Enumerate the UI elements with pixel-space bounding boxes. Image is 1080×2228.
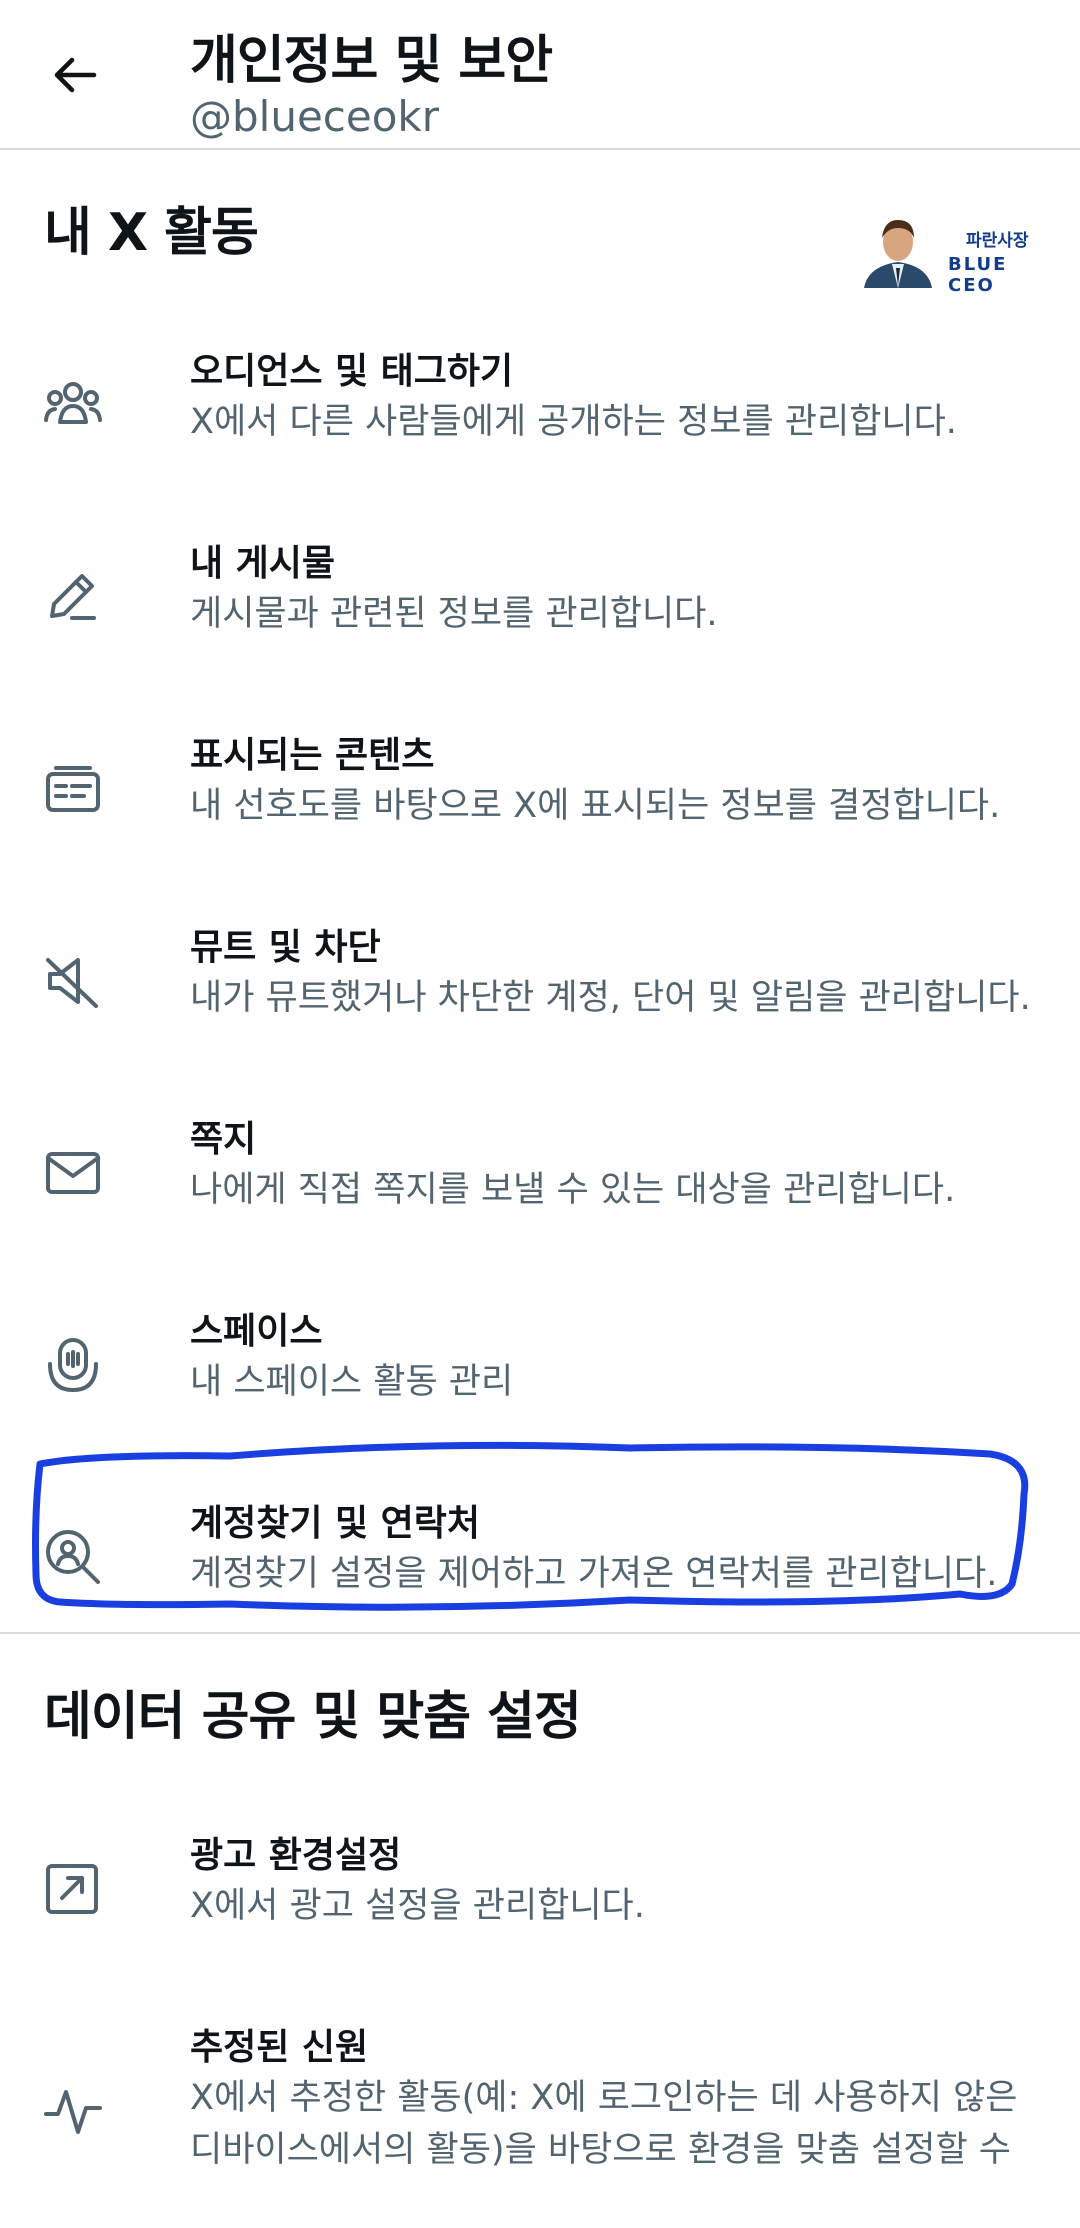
settings-item-title: 쪽지 — [190, 1119, 257, 1160]
settings-item-desc: X에서 광고 설정을 관리합니다. — [190, 1886, 645, 1926]
settings-item-desc: 내 선호도를 바탕으로 X에 표시되는 정보를 결정합니다. — [190, 786, 1001, 826]
settings-item-mute-block[interactable]: 뮤트 및 차단 내가 뮤트했거나 차단한 계정, 단어 및 알림을 관리합니다. — [0, 908, 1080, 1100]
settings-item-audience-tagging[interactable]: 오디언스 및 태그하기 X에서 다른 사람들에게 공개하는 정보를 관리합니다. — [0, 332, 1080, 524]
content-card-icon — [40, 756, 106, 822]
settings-item-title: 내 게시물 — [190, 543, 336, 584]
settings-item-desc: X에서 추정한 활동(예: X에 로그인하는 데 사용하지 않은 디바이스에서의… — [190, 2078, 1018, 2170]
settings-item-desc: 내 스페이스 활동 관리 — [190, 1362, 514, 1402]
settings-item-my-posts[interactable]: 내 게시물 게시물과 관련된 정보를 관리합니다. — [0, 524, 1080, 716]
settings-item-title: 오디언스 및 태그하기 — [190, 351, 514, 392]
mute-speaker-icon — [40, 948, 106, 1014]
back-button[interactable] — [40, 40, 110, 110]
section-title-my-activity: 내 X 활동 — [44, 203, 259, 263]
page-title: 개인정보 및 보안 — [190, 31, 553, 91]
section-divider — [0, 1632, 1080, 1634]
settings-item-title: 계정찾기 및 연락처 — [190, 1503, 481, 1544]
settings-item-inferred-identity[interactable]: 추정된 신원 X에서 추정한 활동(예: X에 로그인하는 데 사용하지 않은 … — [0, 2008, 1080, 2228]
watermark-badge: 파란사장 BLUE CEO — [858, 208, 1058, 296]
settings-item-discoverability-contacts[interactable]: 계정찾기 및 연락처 계정찾기 설정을 제어하고 가져온 연락처를 관리합니다. — [0, 1484, 1080, 1676]
section-title-data-sharing: 데이터 공유 및 맞춤 설정 — [44, 1687, 582, 1747]
settings-item-title: 추정된 신원 — [190, 2027, 369, 2068]
spaces-mic-icon — [40, 1332, 106, 1398]
watermark-avatar — [858, 208, 938, 288]
person-search-icon — [40, 1524, 106, 1590]
top-app-bar: 개인정보 및 보안 @blueceokr — [0, 0, 1080, 150]
settings-item-title: 스페이스 — [190, 1311, 323, 1352]
settings-item-content-you-see[interactable]: 표시되는 콘텐츠 내 선호도를 바탕으로 X에 표시되는 정보를 결정합니다. — [0, 716, 1080, 908]
pencil-icon — [40, 564, 106, 630]
settings-item-title: 광고 환경설정 — [190, 1835, 402, 1876]
arrow-left-icon — [54, 57, 97, 93]
settings-item-spaces[interactable]: 스페이스 내 스페이스 활동 관리 — [0, 1292, 1080, 1484]
watermark-line2: BLUE CEO — [948, 254, 1008, 296]
settings-item-title: 표시되는 콘텐츠 — [190, 735, 435, 776]
activity-pulse-icon — [40, 2078, 106, 2144]
envelope-icon — [40, 1140, 106, 1206]
settings-item-desc: 계정찾기 설정을 제어하고 가져온 연락처를 관리합니다. — [190, 1554, 998, 1594]
settings-item-direct-messages[interactable]: 쪽지 나에게 직접 쪽지를 보낼 수 있는 대상을 관리합니다. — [0, 1100, 1080, 1292]
settings-item-desc: 나에게 직접 쪽지를 보낼 수 있는 대상을 관리합니다. — [190, 1170, 956, 1210]
settings-item-ads-preferences[interactable]: 광고 환경설정 X에서 광고 설정을 관리합니다. — [0, 1816, 1080, 2008]
account-handle: @blueceokr — [190, 92, 440, 141]
external-arrow-icon — [40, 1856, 106, 1922]
settings-item-desc: 내가 뮤트했거나 차단한 계정, 단어 및 알림을 관리합니다. — [190, 978, 1031, 1018]
watermark-line1: 파란사장 — [966, 231, 1029, 251]
settings-item-desc: X에서 다른 사람들에게 공개하는 정보를 관리합니다. — [190, 402, 957, 442]
people-group-icon — [40, 372, 106, 438]
settings-item-title: 뮤트 및 차단 — [190, 927, 381, 968]
settings-item-desc: 게시물과 관련된 정보를 관리합니다. — [190, 594, 718, 634]
